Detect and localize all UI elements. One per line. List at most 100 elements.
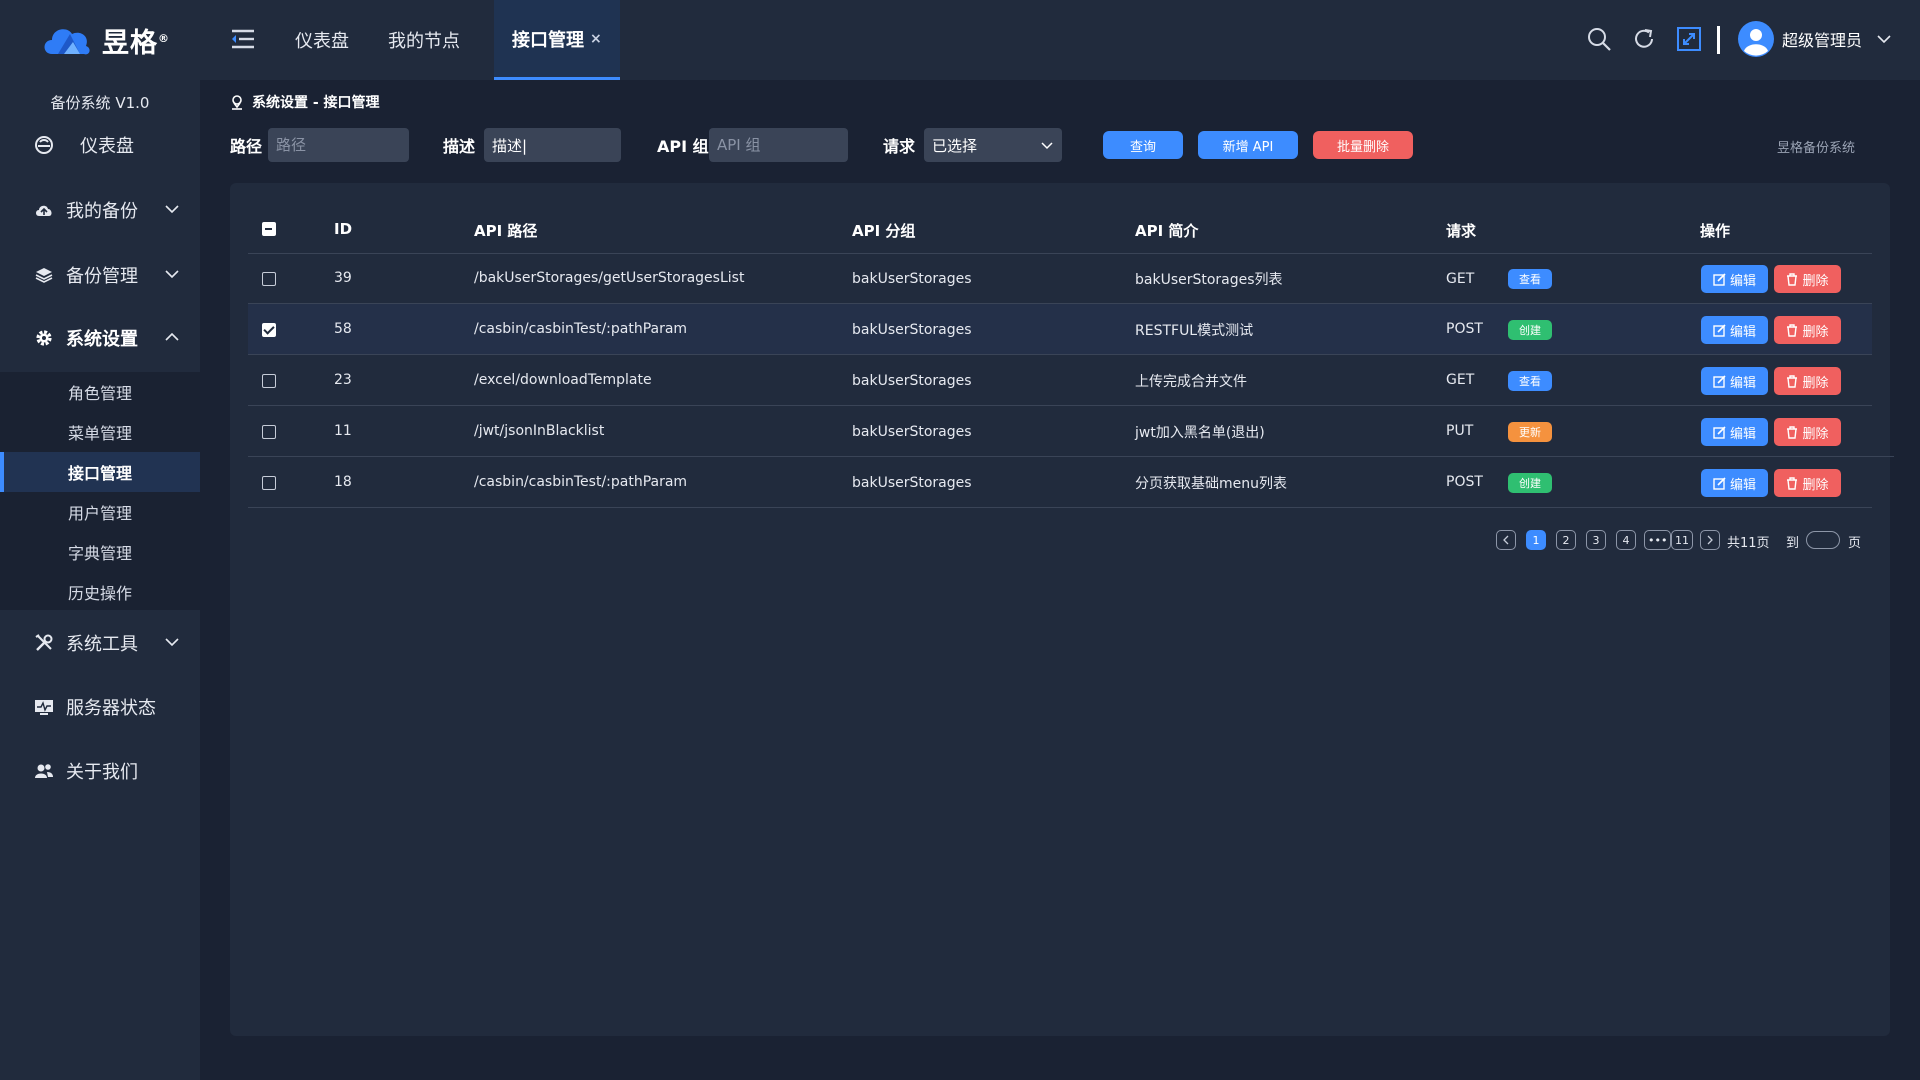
tab-api-management[interactable]: 接口管理 ×	[494, 0, 620, 80]
delete-label: 删除	[1802, 477, 1829, 493]
tab-dashboard[interactable]: 仪表盘	[295, 0, 349, 80]
chevron-down-icon	[1041, 142, 1053, 150]
row-checkbox[interactable]	[262, 425, 276, 439]
group-filter-input[interactable]	[709, 128, 848, 162]
delete-button[interactable]: 删除	[1774, 469, 1841, 497]
sidebar-item-label: 仪表盘	[80, 136, 134, 157]
row-checkbox[interactable]	[262, 323, 276, 337]
sidebar-item-label: 系统设置	[66, 329, 138, 350]
pagination-prev-button[interactable]	[1496, 530, 1516, 550]
sidebar-item-system-settings[interactable]: 系统设置	[0, 313, 200, 363]
refresh-icon[interactable]	[1631, 26, 1657, 52]
edit-icon	[1713, 272, 1726, 286]
tab-close-icon[interactable]: ×	[590, 31, 602, 47]
search-icon[interactable]	[1586, 26, 1612, 52]
trash-icon	[1787, 374, 1798, 388]
row-api-group: bakUserStorages	[852, 271, 972, 287]
edit-icon	[1713, 374, 1726, 388]
table-divider	[248, 456, 1894, 457]
sidebar-item-backup-management[interactable]: 备份管理	[0, 250, 200, 300]
pagination-page[interactable]: 1	[1526, 530, 1546, 550]
sidebar-item-label: 服务器状态	[66, 698, 156, 719]
sidebar-subitem-menus[interactable]: 菜单管理	[0, 412, 200, 452]
tools-icon	[35, 634, 53, 651]
add-api-button[interactable]: 新增 API	[1198, 131, 1298, 159]
brand-logo[interactable]: 昱格®	[40, 18, 170, 62]
edit-button[interactable]: 编辑	[1701, 418, 1768, 446]
system-name: 昱格备份系统	[1777, 141, 1856, 156]
fullscreen-icon[interactable]	[1676, 26, 1702, 52]
pagination-page[interactable]: 2	[1556, 530, 1576, 550]
row-api-group: bakUserStorages	[852, 424, 972, 440]
trash-icon	[1787, 476, 1798, 490]
row-api-group: bakUserStorages	[852, 373, 972, 389]
sidebar-subitem-roles[interactable]: 角色管理	[0, 372, 200, 412]
row-api-description: 分页获取基础menu列表	[1135, 476, 1287, 492]
delete-button[interactable]: 删除	[1774, 418, 1841, 446]
user-menu[interactable]: 超级管理员	[1738, 21, 1892, 57]
sidebar-item-about-us[interactable]: 关于我们	[0, 746, 200, 796]
batch-delete-button[interactable]: 批量删除	[1313, 131, 1413, 159]
pagination-page-suffix: 页	[1848, 536, 1862, 551]
sidebar-subitem-users[interactable]: 用户管理	[0, 492, 200, 532]
query-button[interactable]: 查询	[1103, 131, 1183, 159]
sidebar-subitem-history[interactable]: 历史操作	[0, 572, 200, 612]
tab-my-nodes[interactable]: 我的节点	[388, 0, 460, 80]
edit-button[interactable]: 编辑	[1701, 265, 1768, 293]
app-version: 备份系统 V1.0	[50, 94, 150, 112]
sidebar-subitem-dictionary[interactable]: 字典管理	[0, 532, 200, 572]
delete-button[interactable]: 删除	[1774, 367, 1841, 395]
menu-fold-icon[interactable]	[230, 26, 256, 52]
table-divider	[248, 253, 1872, 254]
desc-filter-input[interactable]	[484, 128, 621, 162]
monitor-icon	[35, 700, 53, 715]
pagination-total: 共11页	[1727, 536, 1770, 551]
edit-button[interactable]: 编辑	[1701, 316, 1768, 344]
delete-label: 删除	[1802, 324, 1829, 340]
breadcrumb: 系统设置 - 接口管理	[230, 92, 380, 112]
path-filter-input[interactable]	[268, 128, 409, 162]
sidebar-item-my-backup[interactable]: 我的备份	[0, 185, 200, 235]
method-select[interactable]: 已选择	[924, 128, 1062, 162]
users-icon	[35, 764, 53, 778]
edit-button[interactable]: 编辑	[1701, 469, 1768, 497]
sidebar-item-server-status[interactable]: 服务器状态	[0, 682, 200, 732]
delete-button[interactable]: 删除	[1774, 316, 1841, 344]
pagination-goto-label: 到	[1786, 536, 1800, 551]
table-divider	[248, 405, 1872, 406]
group-filter-label: API 组	[657, 137, 709, 156]
row-checkbox[interactable]	[262, 272, 276, 286]
cloud-icon	[36, 205, 52, 216]
row-method: POST	[1446, 321, 1483, 337]
row-checkbox[interactable]	[262, 374, 276, 388]
sidebar-item-label: 我的备份	[66, 201, 138, 222]
delete-button[interactable]: 删除	[1774, 265, 1841, 293]
row-method: GET	[1446, 372, 1475, 388]
chevron-down-icon	[165, 638, 179, 647]
edit-icon	[1713, 476, 1726, 490]
method-filter-label: 请求	[883, 137, 916, 156]
pagination-page[interactable]: 3	[1586, 530, 1606, 550]
row-method: PUT	[1446, 423, 1474, 439]
select-all-checkbox[interactable]	[262, 222, 276, 236]
top-header: 仪表盘 我的节点 接口管理 × 超级管理员	[200, 0, 1920, 80]
sidebar-item-system-tools[interactable]: 系统工具	[0, 618, 200, 668]
chevron-down-icon	[1877, 35, 1891, 44]
method-badge: 更新	[1508, 422, 1552, 442]
sidebar-subitem-apis[interactable]: 接口管理	[0, 452, 200, 492]
desc-filter-label: 描述	[443, 137, 476, 156]
table-divider	[248, 354, 1872, 355]
pagination-ellipsis[interactable]: •••	[1644, 530, 1672, 550]
edit-button[interactable]: 编辑	[1701, 367, 1768, 395]
edit-label: 编辑	[1729, 375, 1756, 391]
edit-icon	[1713, 425, 1726, 439]
pagination-page[interactable]: 4	[1616, 530, 1636, 550]
brand-name: 昱格®	[102, 27, 170, 59]
row-checkbox[interactable]	[262, 476, 276, 490]
pagination-next-button[interactable]	[1700, 530, 1720, 550]
pagination-page[interactable]: 11	[1671, 530, 1693, 550]
method-badge: 创建	[1508, 320, 1552, 340]
sidebar-item-dashboard[interactable]: 仪表盘	[0, 120, 200, 170]
pagination-goto-input[interactable]	[1806, 531, 1840, 549]
chevron-right-icon	[1707, 535, 1713, 545]
